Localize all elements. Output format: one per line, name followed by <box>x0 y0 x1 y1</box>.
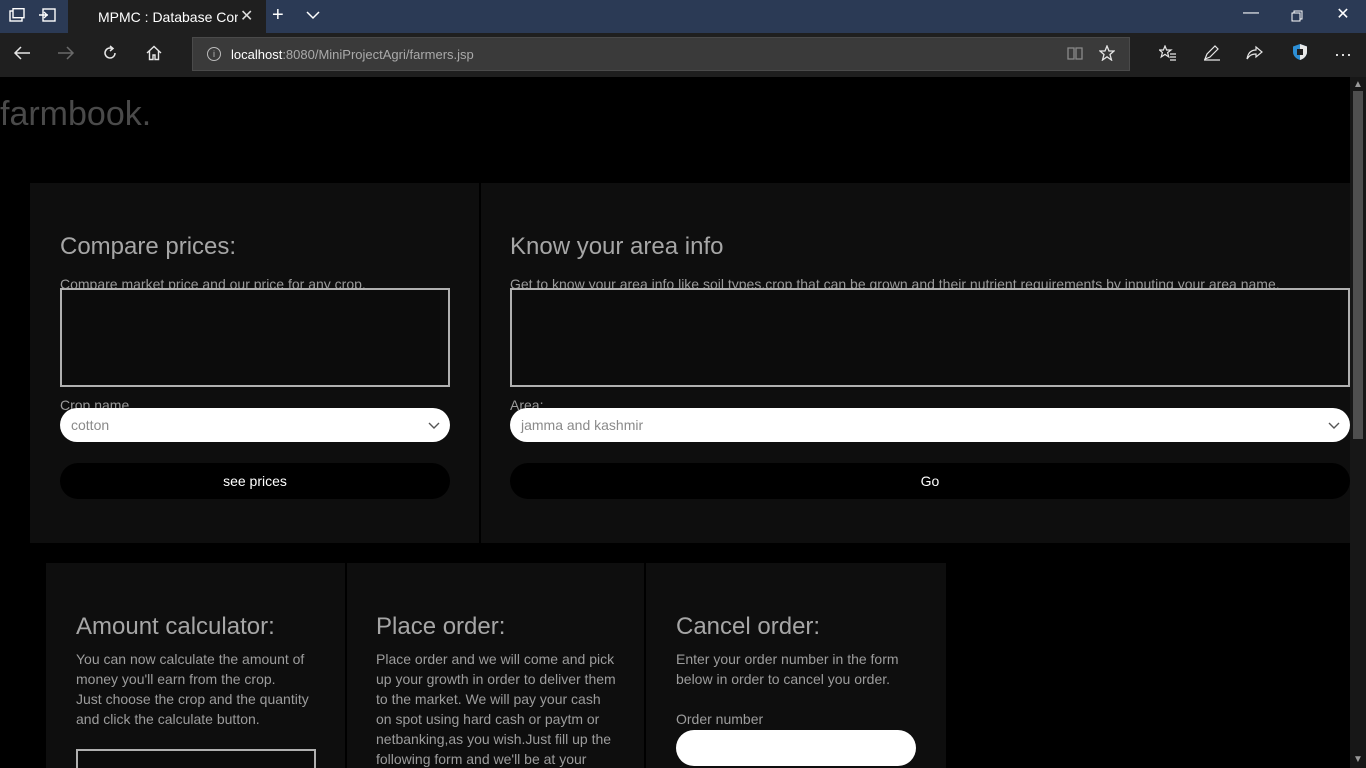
amount-calculator-line-3: Just choose the crop and the quantity <box>76 691 309 707</box>
share-icon[interactable] <box>1243 43 1267 67</box>
browser-tab[interactable]: MPMC : Database Conn ✕ <box>68 0 266 33</box>
tab-preview-chevron-icon[interactable] <box>306 7 320 23</box>
page-viewport: farmbook. Compare prices: Compare market… <box>0 77 1350 768</box>
amount-calculator-title: Amount calculator: <box>76 613 275 640</box>
chevron-down-icon <box>428 408 440 442</box>
url-text[interactable]: localhost:8080/MiniProjectAgri/farmers.j… <box>231 47 474 62</box>
amount-calculator-line-4: and click the calculate button. <box>76 711 260 727</box>
url-host: localhost <box>231 47 283 62</box>
place-order-line-1: Place order and we will come and pick <box>376 651 615 667</box>
compare-prices-output <box>60 288 450 387</box>
cancel-order-title: Cancel order: <box>676 613 821 640</box>
amount-calculator-output <box>76 749 316 768</box>
close-window-icon[interactable]: ✕ <box>1323 4 1363 24</box>
go-button[interactable]: Go <box>510 463 1350 499</box>
page-scrollbar[interactable]: ▲ ▼ <box>1350 77 1366 768</box>
area-value: jamma and kashmir <box>521 417 644 433</box>
brand-logo: farmbook. <box>0 95 152 133</box>
site-info-icon[interactable]: i <box>207 47 221 61</box>
tab-actions-icon[interactable] <box>8 7 26 24</box>
back-arrow-icon[interactable] <box>10 43 34 67</box>
area-info-card: Know your area info Get to know your are… <box>481 183 1350 543</box>
place-order-line-2: up your growth in order to deliver them <box>376 671 616 687</box>
place-order-line-4: on spot using hard cash or paytm or <box>376 711 600 727</box>
forward-arrow-icon[interactable] <box>54 43 78 67</box>
order-number-label: Order number <box>676 711 764 727</box>
scroll-thumb[interactable] <box>1353 91 1363 439</box>
place-order-line-3: to the market. We will pay your cash <box>376 691 601 707</box>
home-icon[interactable] <box>142 43 166 67</box>
address-bar[interactable]: i localhost:8080/MiniProjectAgri/farmers… <box>192 37 1130 71</box>
amount-calculator-line-1: You can now calculate the amount of <box>76 651 305 667</box>
area-info-title: Know your area info <box>510 233 724 260</box>
compare-prices-card: Compare prices: Compare market price and… <box>30 183 479 543</box>
tab-close-icon[interactable]: ✕ <box>240 6 253 26</box>
area-info-output <box>510 288 1350 387</box>
tab-title: MPMC : Database Conn <box>98 9 238 25</box>
url-path: :8080/MiniProjectAgri/farmers.jsp <box>282 47 474 62</box>
area-select[interactable]: jamma and kashmir <box>510 408 1350 442</box>
cancel-order-card: Cancel order: Enter your order number in… <box>646 563 946 768</box>
compare-prices-title: Compare prices: <box>60 233 237 260</box>
amount-calculator-line-2: money you'll earn from the crop. <box>76 671 276 687</box>
restore-icon[interactable] <box>1277 4 1317 27</box>
scroll-down-arrow-icon[interactable]: ▼ <box>1353 754 1363 765</box>
crop-name-select[interactable]: cotton <box>60 408 450 442</box>
chevron-down-icon <box>1328 408 1340 442</box>
more-icon[interactable]: ⋯ <box>1331 43 1355 67</box>
set-aside-tabs-icon[interactable] <box>38 8 56 24</box>
pen-icon[interactable] <box>1200 43 1224 67</box>
favorites-hub-icon[interactable] <box>1156 43 1180 67</box>
scroll-up-arrow-icon[interactable]: ▲ <box>1353 79 1363 90</box>
reading-view-icon[interactable] <box>1067 45 1083 66</box>
place-order-line-6: following form and we'll be at your <box>376 751 587 767</box>
crop-name-value: cotton <box>71 417 110 433</box>
star-icon[interactable] <box>1098 44 1116 66</box>
minimize-icon[interactable]: — <box>1231 4 1271 22</box>
amount-calculator-card: Amount calculator: You can now calculate… <box>46 563 345 768</box>
order-number-input[interactable] <box>676 730 916 766</box>
new-tab-icon[interactable]: + <box>272 4 284 27</box>
browser-titlebar: MPMC : Database Conn ✕ + — ✕ <box>0 0 1366 33</box>
browser-navbar: i localhost:8080/MiniProjectAgri/farmers… <box>0 33 1366 77</box>
shield-extension-icon[interactable] <box>1288 43 1312 67</box>
cancel-order-line-2: below in order to cancel you order. <box>676 671 891 687</box>
place-order-line-5: netbanking,as you wish.Just fill up the <box>376 731 612 747</box>
place-order-title: Place order: <box>376 613 506 640</box>
cancel-order-line-1: Enter your order number in the form <box>676 651 899 667</box>
place-order-card: Place order: Place order and we will com… <box>347 563 644 768</box>
see-prices-button[interactable]: see prices <box>60 463 450 499</box>
refresh-icon[interactable] <box>98 43 122 67</box>
